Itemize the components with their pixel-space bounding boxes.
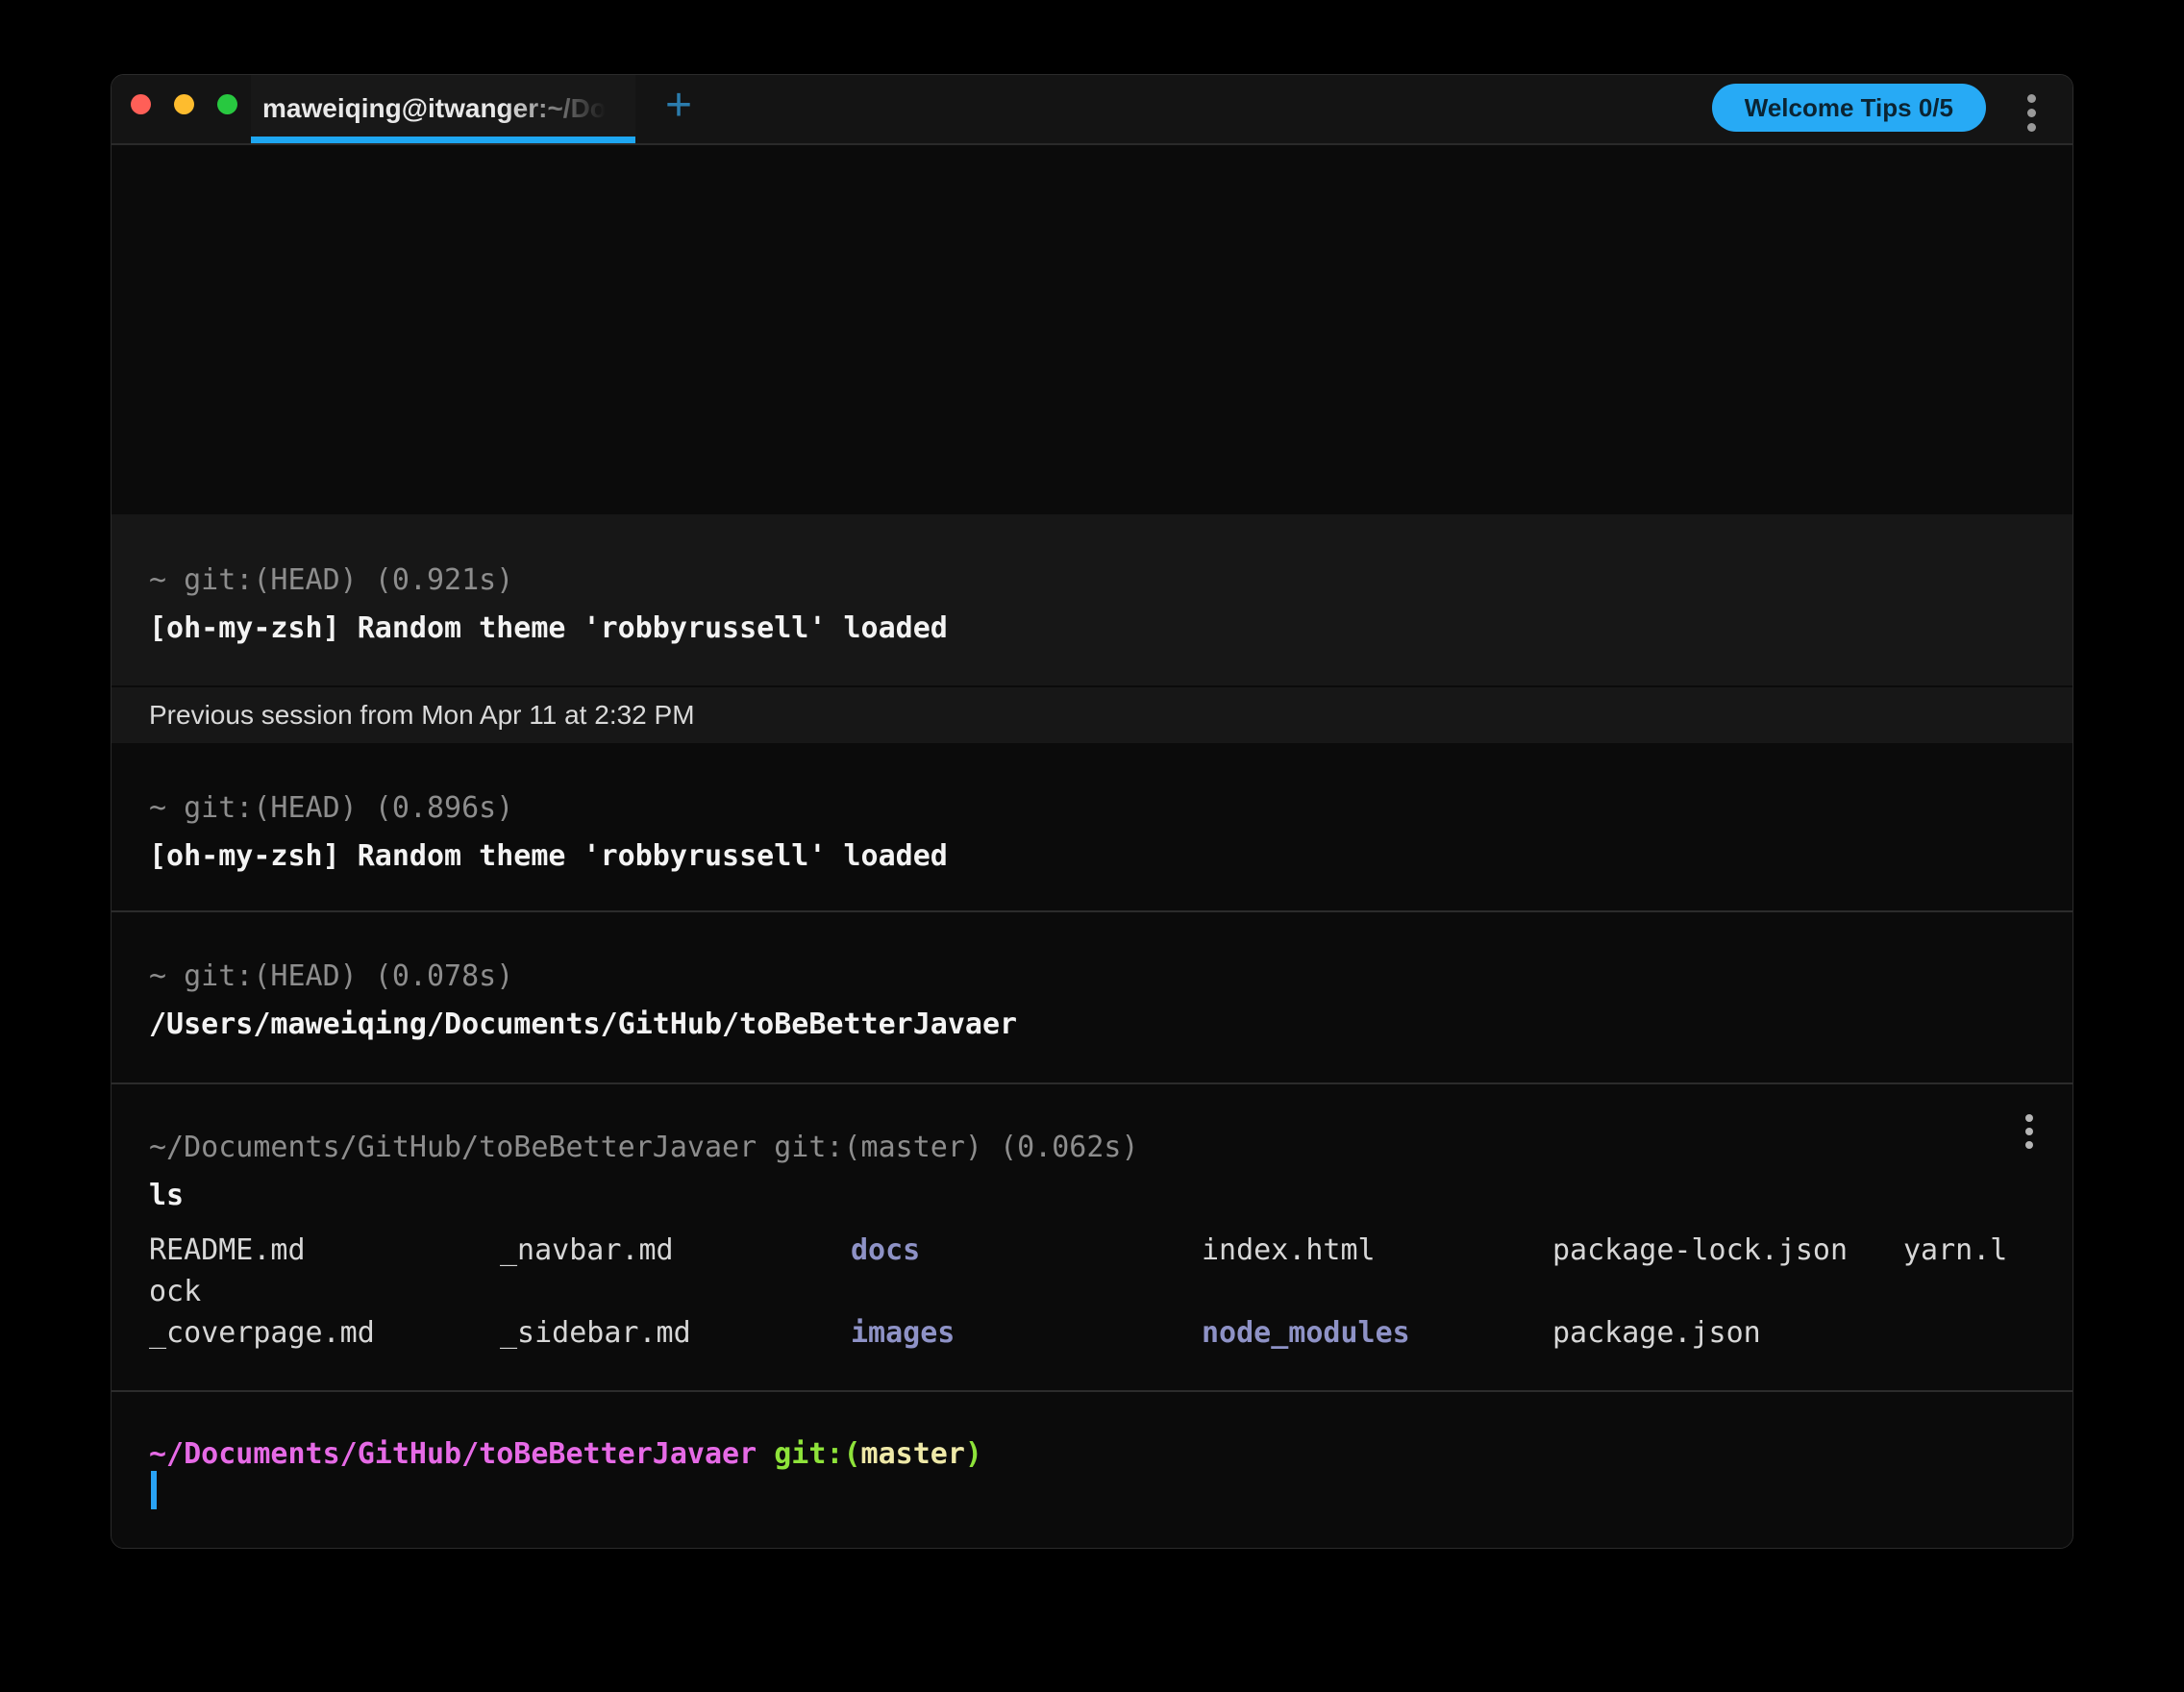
terminal-block-ls: ~/Documents/GitHub/toBeBetterJavaer git:… xyxy=(112,1124,2072,1220)
listing-cell-dir: docs xyxy=(851,1233,921,1267)
prompt-git-prefix: git:( xyxy=(757,1437,861,1471)
listing-cell-file: yarn.l xyxy=(1903,1233,2008,1267)
prompt-git-suffix: ) xyxy=(964,1437,982,1471)
zoom-button[interactable] xyxy=(217,94,237,114)
terminal-block-previous: ~ git:(HEAD) (0.921s) [oh-my-zsh] Random… xyxy=(112,514,2072,685)
current-prompt-block[interactable]: ~/Documents/GitHub/toBeBetterJavaer git:… xyxy=(112,1433,2072,1476)
ls-output-listing: README.md _navbar.md docs index.html package… xyxy=(112,1230,2072,1354)
active-tab-indicator xyxy=(251,137,635,143)
listing-cell-file: index.html xyxy=(1202,1233,1376,1267)
close-button[interactable] xyxy=(131,94,151,114)
terminal-content: ~ git:(HEAD) (0.921s) [oh-my-zsh] Random… xyxy=(112,145,2072,1548)
listing-cell-dir: node_modules xyxy=(1202,1316,1410,1350)
listing-cell-file: ock xyxy=(149,1275,202,1308)
terminal-block: ~ git:(HEAD) (0.896s) [oh-my-zsh] Random… xyxy=(112,784,2072,881)
listing-row: _coverpage.md _sidebar.md images node_modul… xyxy=(149,1312,2072,1354)
listing-cell-file: README.md xyxy=(149,1233,306,1267)
listing-cell-file: _navbar.md xyxy=(500,1233,674,1267)
block-output: [oh-my-zsh] Random theme 'robbyrussell' … xyxy=(149,839,948,873)
block-header: ~ git:(HEAD) (0.078s) xyxy=(149,959,514,993)
listing-cell-file: _sidebar.md xyxy=(500,1316,691,1350)
terminal-tab[interactable]: maweiqing@itwanger:~/Docum xyxy=(251,75,635,143)
prompt-path: ~/Documents/GitHub/toBeBetterJavaer xyxy=(149,1437,757,1471)
titlebar-menu-icon[interactable] xyxy=(2027,94,2036,132)
new-tab-button[interactable]: + xyxy=(650,75,707,141)
terminal-window: maweiqing@itwanger:~/Docum + Welcome Tip… xyxy=(111,74,2073,1549)
listing-row: ock xyxy=(149,1271,2072,1312)
titlebar: maweiqing@itwanger:~/Docum + Welcome Tip… xyxy=(112,75,2072,145)
welcome-tips-button[interactable]: Welcome Tips 0/5 xyxy=(1711,84,1986,132)
block-command: ls xyxy=(149,1179,185,1212)
block-output: /Users/maweiqing/Documents/GitHub/toBeBe… xyxy=(149,1008,1018,1041)
terminal-block: ~ git:(HEAD) (0.078s) /Users/maweiqing/D… xyxy=(112,953,2072,1049)
listing-cell-file: package.json xyxy=(1552,1316,1761,1350)
block-header: ~ git:(HEAD) (0.921s) xyxy=(149,563,514,597)
minimize-button[interactable] xyxy=(174,94,194,114)
previous-session-banner: Previous session from Mon Apr 11 at 2:32… xyxy=(112,687,2072,743)
listing-row: README.md _navbar.md docs index.html package… xyxy=(149,1230,2072,1271)
text-cursor xyxy=(151,1471,157,1509)
block-divider xyxy=(112,1390,2072,1392)
block-divider xyxy=(112,1082,2072,1084)
listing-cell-dir: images xyxy=(851,1316,956,1350)
tab-title-fade xyxy=(501,75,635,137)
traffic-lights xyxy=(131,94,237,114)
block-header: ~/Documents/GitHub/toBeBetterJavaer git:… xyxy=(149,1131,1139,1164)
block-menu-icon[interactable] xyxy=(2025,1114,2033,1149)
listing-cell-file: _coverpage.md xyxy=(149,1316,375,1350)
block-output: [oh-my-zsh] Random theme 'robbyrussell' … xyxy=(149,611,948,645)
block-header: ~ git:(HEAD) (0.896s) xyxy=(149,791,514,825)
listing-cell-file: package-lock.json xyxy=(1552,1233,1849,1267)
desktop-background: maweiqing@itwanger:~/Docum + Welcome Tip… xyxy=(0,0,2184,1692)
prompt-git-branch: master xyxy=(860,1437,965,1471)
shell-prompt: ~/Documents/GitHub/toBeBetterJavaer git:… xyxy=(149,1433,2072,1476)
block-divider xyxy=(112,910,2072,912)
